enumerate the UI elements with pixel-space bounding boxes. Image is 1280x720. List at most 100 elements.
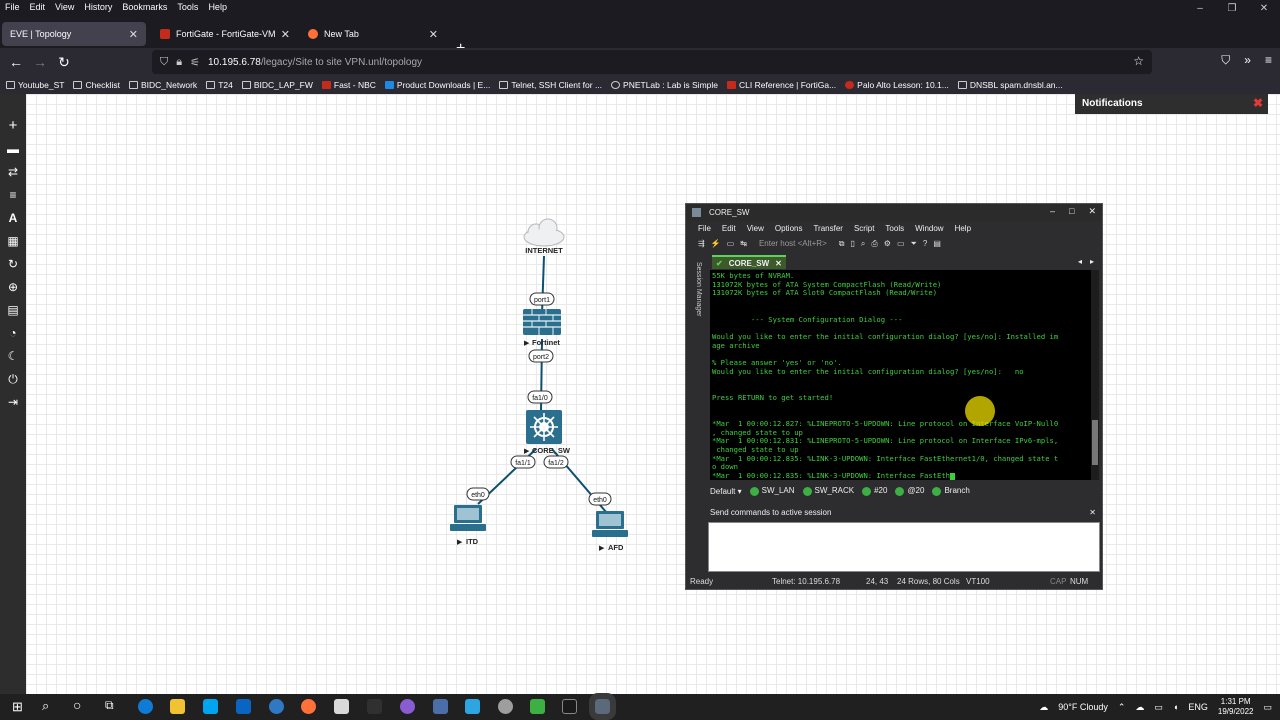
crt-menu-options[interactable]: Options bbox=[775, 224, 803, 233]
bookmark-item[interactable]: Product Downloads | E... bbox=[384, 80, 490, 90]
tab-eve-topology[interactable]: EVE | Topology ✕ bbox=[2, 22, 146, 46]
telegram-icon[interactable] bbox=[465, 699, 480, 714]
clock[interactable]: 1:31 PM 19/9/2022 bbox=[1218, 697, 1254, 717]
filter-icon[interactable]: ⏷ bbox=[911, 239, 917, 249]
tab-icon[interactable]: ▭ bbox=[727, 239, 735, 248]
reconnect-icon[interactable]: ↹ bbox=[740, 239, 747, 248]
outlook-icon[interactable] bbox=[236, 699, 251, 714]
button-hash-20[interactable]: #20 bbox=[862, 486, 887, 496]
session-tab-core-sw[interactable]: ✔ CORE_SW ✕ bbox=[712, 255, 786, 269]
weather-text[interactable]: 90°F Cloudy bbox=[1058, 702, 1108, 712]
quick-connect-icon[interactable]: ⚡ bbox=[711, 239, 721, 248]
server-icon[interactable]: ▬ bbox=[7, 143, 19, 155]
edge-icon[interactable] bbox=[138, 699, 153, 714]
clock-icon[interactable]: ◔ bbox=[7, 327, 19, 339]
bookmark-item[interactable]: BIDC_Network bbox=[128, 80, 197, 90]
back-icon[interactable]: ← bbox=[4, 54, 28, 70]
pocket-icon[interactable]: ⛉ bbox=[1221, 53, 1230, 68]
pc-icon[interactable] bbox=[450, 505, 486, 531]
terminal-icon[interactable] bbox=[562, 699, 577, 714]
crt-menu-edit[interactable]: Edit bbox=[722, 224, 736, 233]
plus-icon[interactable]: + bbox=[7, 118, 19, 133]
menu-view[interactable]: View bbox=[50, 0, 79, 14]
task-view-icon[interactable]: ⧉ bbox=[105, 698, 114, 713]
zoom-icon[interactable]: ⊕ bbox=[7, 281, 19, 293]
tray-expand-icon[interactable]: ⌃ bbox=[1118, 702, 1126, 713]
text-icon[interactable]: A bbox=[7, 212, 19, 224]
paste-icon[interactable]: ▯ bbox=[850, 239, 854, 248]
network-icon[interactable]: ▭ bbox=[1154, 702, 1163, 713]
securecrt-window[interactable]: CORE_SW – □ ✕ File Edit View Options Tra… bbox=[685, 203, 1103, 590]
search-icon[interactable]: ⌕ bbox=[42, 698, 49, 714]
pc-icon[interactable] bbox=[592, 511, 628, 537]
url-bar[interactable]: ⛉ 🔒︎ ⚟ 10.195.6.78/legacy/Site to site V… bbox=[152, 50, 1152, 74]
skype-icon[interactable] bbox=[203, 699, 218, 714]
extensions-icon[interactable]: » bbox=[1244, 53, 1251, 68]
lock-icon[interactable]: 🔒︎ bbox=[176, 56, 182, 69]
close-tab-icon[interactable]: ✕ bbox=[281, 28, 290, 41]
bookmark-item[interactable]: Fast - NBC bbox=[321, 80, 376, 90]
power-icon[interactable]: ⏻ bbox=[7, 373, 19, 385]
windows-start-icon[interactable]: ⊞ bbox=[12, 699, 23, 715]
notifications-icon[interactable]: ▭ bbox=[1263, 702, 1272, 713]
close-tab-icon[interactable]: ✕ bbox=[429, 28, 438, 41]
crt-menu-tools[interactable]: Tools bbox=[885, 224, 904, 233]
crt-menu-script[interactable]: Script bbox=[854, 224, 874, 233]
menu-help[interactable]: Help bbox=[203, 0, 232, 14]
file-explorer-icon[interactable] bbox=[170, 699, 185, 714]
close-icon[interactable]: ✕ bbox=[1088, 206, 1096, 217]
print-icon[interactable]: ⎙ bbox=[871, 239, 877, 249]
securecrt-icon[interactable] bbox=[589, 693, 616, 720]
maximize-icon[interactable]: □ bbox=[1069, 206, 1074, 217]
language-indicator[interactable]: ENG bbox=[1188, 702, 1208, 712]
bookmark-item[interactable]: DNSBL spam.dnsbl.an... bbox=[957, 80, 1063, 90]
volume-icon[interactable]: ◖ bbox=[1173, 702, 1178, 712]
sftp-icon[interactable]: ▤ bbox=[933, 239, 941, 248]
connect-icon[interactable]: ⇶ bbox=[698, 239, 705, 248]
crt-menu-help[interactable]: Help bbox=[955, 224, 971, 233]
command-input[interactable] bbox=[708, 522, 1100, 572]
app-icon[interactable] bbox=[367, 699, 382, 714]
firewall-icon[interactable] bbox=[523, 309, 561, 335]
host-input[interactable]: Enter host <Alt+R> bbox=[759, 239, 827, 248]
transfer-icon[interactable]: ⇄ bbox=[7, 166, 19, 178]
close-icon[interactable]: ✕ bbox=[1089, 508, 1096, 517]
button-sw-rack[interactable]: SW_RACK bbox=[802, 486, 854, 496]
port-label[interactable]: fa1/2 bbox=[543, 455, 569, 469]
onedrive-icon[interactable]: ☁ bbox=[1135, 702, 1144, 713]
close-icon[interactable]: ✖ bbox=[1253, 96, 1263, 110]
keymap-icon[interactable]: ▭ bbox=[897, 239, 905, 248]
tab-scroll-right-icon[interactable]: ▸ bbox=[1090, 257, 1094, 266]
permissions-icon[interactable]: ⚟ bbox=[190, 56, 200, 69]
port-label[interactable]: eth0 bbox=[588, 492, 612, 506]
minimize-icon[interactable]: – bbox=[1184, 0, 1216, 18]
help-icon[interactable]: ? bbox=[923, 239, 927, 248]
scrollbar-thumb[interactable] bbox=[1092, 420, 1098, 465]
close-tab-icon[interactable]: ✕ bbox=[129, 28, 138, 41]
restore-icon[interactable]: ❐ bbox=[1216, 0, 1248, 18]
grid-icon[interactable]: ▦ bbox=[7, 235, 19, 247]
close-icon[interactable]: ✕ bbox=[1248, 0, 1280, 18]
crt-menu-transfer[interactable]: Transfer bbox=[813, 224, 843, 233]
firefox-icon[interactable] bbox=[301, 699, 316, 714]
crt-menu-view[interactable]: View bbox=[747, 224, 764, 233]
shield-icon[interactable]: ⛉ bbox=[160, 56, 168, 69]
document-icon[interactable]: ▤ bbox=[7, 304, 19, 316]
bookmark-item[interactable]: T24 bbox=[206, 80, 233, 90]
notifications-panel[interactable]: Notifications ✖ bbox=[1075, 94, 1268, 114]
menu-tools[interactable]: Tools bbox=[172, 0, 203, 14]
bookmark-item[interactable]: Telnet, SSH Client for ... bbox=[499, 80, 602, 90]
menu-file[interactable]: File bbox=[0, 0, 25, 14]
list-icon[interactable]: ≡ bbox=[7, 189, 19, 201]
button-branch[interactable]: Branch bbox=[932, 486, 970, 496]
paint-icon[interactable] bbox=[334, 699, 349, 714]
internet-cloud-icon[interactable] bbox=[523, 218, 565, 247]
minimize-icon[interactable]: – bbox=[1050, 206, 1055, 217]
button-sw-lan[interactable]: SW_LAN bbox=[749, 486, 795, 496]
bookmark-item[interactable]: PNETLab : Lab is Simple bbox=[611, 80, 718, 90]
button-bar-default[interactable]: Default ▾ bbox=[710, 487, 742, 496]
terminal-scrollbar[interactable] bbox=[1091, 270, 1099, 480]
port-label[interactable]: port2 bbox=[528, 349, 554, 363]
app-menu-icon[interactable]: ≡ bbox=[1265, 53, 1272, 68]
session-manager-label[interactable]: Session Manager bbox=[690, 262, 702, 402]
